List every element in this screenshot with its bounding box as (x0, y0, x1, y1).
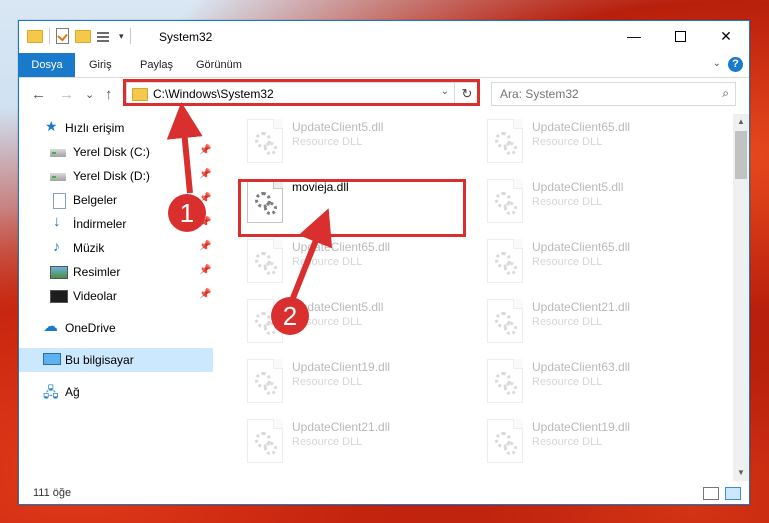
annotation-arrows (166, 102, 333, 300)
step-badge-2: 2 (271, 297, 309, 335)
arrow-to-file (290, 208, 333, 300)
arrow-to-address-bar (166, 102, 203, 194)
step-badge-1: 1 (168, 194, 206, 232)
